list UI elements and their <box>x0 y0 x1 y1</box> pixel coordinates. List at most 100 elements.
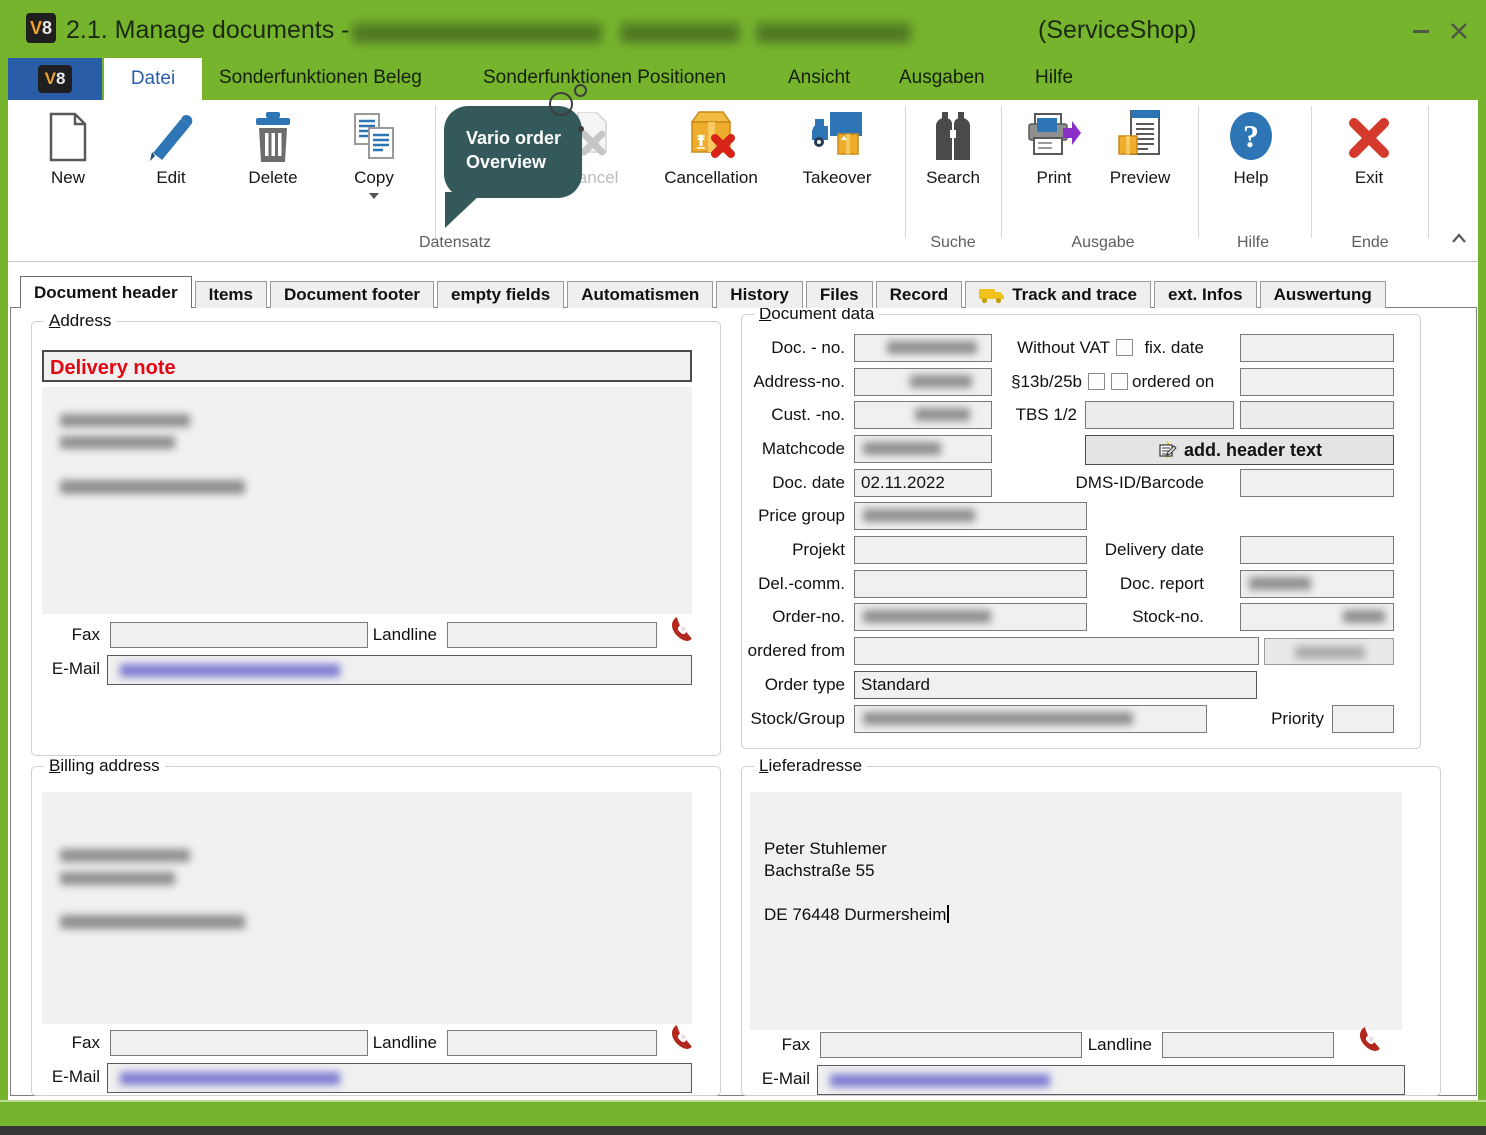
stock-no-field[interactable] <box>1240 603 1394 631</box>
fax-input[interactable] <box>820 1032 1082 1058</box>
help-button[interactable]: ? Help <box>1204 108 1298 212</box>
app-window: { "window": { "title": "2.1. Manage docu… <box>0 0 1486 1135</box>
without-vat-label: Without VAT <box>982 338 1110 358</box>
address-no-field[interactable] <box>854 368 992 396</box>
doc-no-field[interactable] <box>854 334 992 362</box>
fax-label: Fax <box>40 625 100 645</box>
tab-items[interactable]: Items <box>195 281 267 308</box>
redacted-value <box>863 442 941 455</box>
tab-automatismen[interactable]: Automatismen <box>567 281 713 308</box>
s13b-checkbox-1[interactable] <box>1088 373 1105 390</box>
priority-field[interactable] <box>1332 705 1394 733</box>
help-question-icon: ? <box>1227 110 1275 162</box>
menu-item-sonderfunktionen-beleg[interactable]: Sonderfunktionen Beleg <box>219 67 422 89</box>
tab-files[interactable]: Files <box>806 281 873 308</box>
search-button[interactable]: Search <box>904 108 1002 212</box>
edit-pencil-icon <box>147 112 195 162</box>
stock-group-field[interactable] <box>854 705 1207 733</box>
menu-item-ansicht[interactable]: Ansicht <box>788 67 850 89</box>
s13b-checkbox-2[interactable] <box>1111 373 1128 390</box>
landline-input[interactable] <box>1162 1032 1334 1058</box>
print-button[interactable]: Print <box>1008 108 1100 212</box>
tbs1-field[interactable] <box>1085 401 1234 429</box>
tab-track-and-trace[interactable]: Track and trace <box>965 281 1151 308</box>
order-type-field[interactable]: Standard <box>854 671 1257 699</box>
order-no-field[interactable] <box>854 603 1087 631</box>
menu-v8-button[interactable]: V8 <box>8 58 102 100</box>
add-header-text-button[interactable]: add. header text <box>1085 435 1394 465</box>
edit-button[interactable]: Edit <box>118 108 224 212</box>
minimize-button[interactable] <box>1404 14 1438 48</box>
takeover-truck-icon <box>810 110 864 162</box>
tab-auswertung[interactable]: Auswertung <box>1260 281 1386 308</box>
tooltip-bubble: Vario order Overview <box>444 106 582 198</box>
copy-button[interactable]: Copy <box>324 108 424 212</box>
ordered-on-field[interactable] <box>1240 368 1394 396</box>
cancellation-button[interactable]: Cancellation <box>652 108 770 212</box>
exit-x-icon <box>1345 114 1393 162</box>
close-button[interactable] <box>1442 14 1476 48</box>
tab-ext-infos[interactable]: ext. Infos <box>1154 281 1257 308</box>
email-input[interactable] <box>817 1065 1405 1095</box>
ribbon-collapse-button[interactable] <box>1446 228 1472 248</box>
tab-document-footer[interactable]: Document footer <box>270 281 434 308</box>
cust-no-field[interactable] <box>854 401 992 429</box>
fix-date-field[interactable] <box>1240 334 1394 362</box>
email-label: E-Mail <box>750 1069 810 1089</box>
shipping-address-group: Lieferadresse Peter Stuhlemer Bachstraße… <box>741 766 1441 1096</box>
fax-input[interactable] <box>110 622 368 648</box>
redacted-text <box>60 849 190 862</box>
menu-item-hilfe[interactable]: Hilfe <box>1035 67 1073 89</box>
window-shadow <box>0 1126 1486 1135</box>
doc-report-field[interactable] <box>1240 570 1394 598</box>
svg-text:?: ? <box>1243 118 1259 154</box>
phone-icon[interactable] <box>668 615 694 645</box>
price-group-field[interactable] <box>854 502 1087 530</box>
redacted-email-link <box>120 664 340 677</box>
phone-icon[interactable] <box>668 1023 694 1053</box>
projekt-field[interactable] <box>854 536 1087 564</box>
billing-address-legend: Billing address <box>44 756 165 776</box>
dms-field[interactable] <box>1240 469 1394 497</box>
app-logo-icon: V8 <box>26 13 56 43</box>
new-button[interactable]: New <box>18 108 118 212</box>
landline-input[interactable] <box>447 622 657 648</box>
billing-address-textarea[interactable] <box>42 792 692 1024</box>
delete-button[interactable]: Delete <box>220 108 326 212</box>
phone-icon[interactable] <box>1356 1025 1382 1055</box>
doc-date-field[interactable]: 02.11.2022 <box>854 469 992 497</box>
ordered-from-action-button[interactable] <box>1264 638 1394 665</box>
landline-input[interactable] <box>447 1030 657 1056</box>
document-type-field[interactable]: Delivery note <box>42 350 692 382</box>
redacted-button-label <box>1295 646 1365 659</box>
delivery-date-field[interactable] <box>1240 536 1394 564</box>
tab-history[interactable]: History <box>716 281 803 308</box>
address-group: Address Delivery note Fax Landline E-Mai… <box>31 321 721 756</box>
address-textarea[interactable] <box>42 387 692 614</box>
email-input[interactable] <box>107 1063 692 1093</box>
takeover-button[interactable]: Takeover <box>782 108 892 212</box>
menu-item-sonderfunktionen-positionen[interactable]: Sonderfunktionen Positionen <box>483 67 726 89</box>
email-input[interactable] <box>107 655 692 685</box>
preview-button[interactable]: Preview <box>1091 108 1189 212</box>
tab-empty-fields[interactable]: empty fields <box>437 281 564 308</box>
ribbon-toolbar: New Edit Delete Copy Save <box>8 100 1478 262</box>
titlebar: V8 2.1. Manage documents - (ServiceShop)… <box>0 0 1486 100</box>
ordered-from-field[interactable] <box>854 637 1259 665</box>
fax-input[interactable] <box>110 1030 368 1056</box>
order-type-value: Standard <box>861 675 930 694</box>
tab-document-header[interactable]: Document header <box>20 276 192 308</box>
shipping-street: Bachstraße 55 <box>764 860 949 882</box>
window-border <box>1478 100 1486 1126</box>
matchcode-field[interactable] <box>854 435 992 463</box>
menu-item-datei[interactable]: Datei <box>104 58 202 100</box>
tbs2-field[interactable] <box>1240 401 1394 429</box>
fix-date-label: fix. date <box>1127 338 1204 358</box>
shipping-address-textarea[interactable]: Peter Stuhlemer Bachstraße 55 DE 76448 D… <box>750 792 1402 1030</box>
del-comm-field[interactable] <box>854 570 1087 598</box>
copy-dropdown-icon[interactable] <box>369 193 379 199</box>
ordered-from-label: ordered from <box>742 641 845 661</box>
menu-item-ausgaben[interactable]: Ausgaben <box>899 67 985 89</box>
exit-button[interactable]: Exit <box>1323 108 1415 212</box>
tab-record[interactable]: Record <box>876 281 963 308</box>
